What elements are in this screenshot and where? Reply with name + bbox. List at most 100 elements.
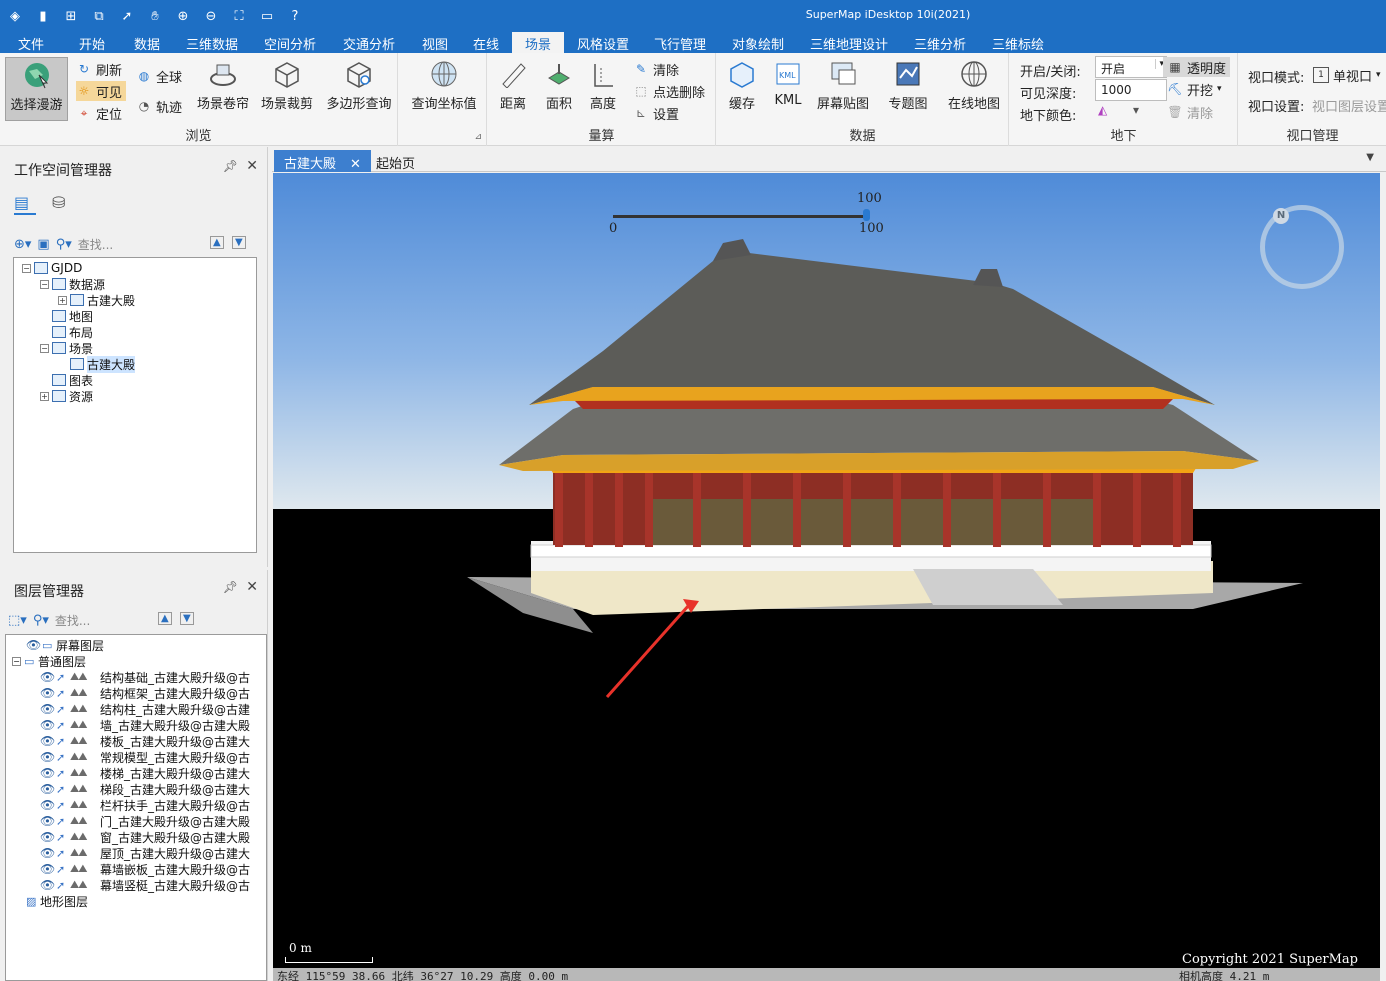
height-button[interactable]: 高度 (572, 57, 634, 121)
tab-9[interactable]: 风格设置 (564, 32, 642, 53)
selectable-icon[interactable]: ➚ (56, 799, 70, 812)
search-down-icon[interactable]: ▼ (180, 612, 194, 625)
layer-row[interactable]: 👁︎ ➚ ⛰⛰ 楼板_古建大殿升级@古建大 (40, 733, 250, 749)
tab-10[interactable]: 飞行管理 (642, 32, 718, 53)
eye-icon[interactable]: 👁︎ (40, 734, 56, 748)
tree-node[interactable]: − 数据源 (40, 276, 105, 292)
tab-12[interactable]: 三维地理设计 (798, 32, 900, 53)
selectable-icon[interactable]: ➚ (56, 671, 70, 684)
pin-icon[interactable]: 📌︎ (223, 159, 238, 173)
tab-start-page[interactable]: 起始页 (366, 150, 425, 172)
thematic-button[interactable]: 专题图 (877, 57, 939, 121)
excavate-button[interactable]: ⛏ 开挖 ▾ (1167, 79, 1221, 99)
screen-map-button[interactable]: 屏幕贴图 (811, 57, 875, 121)
eye-icon[interactable]: 👁︎ (40, 702, 56, 716)
tab-0[interactable]: 文件 (0, 32, 62, 53)
expand-icon[interactable]: + (58, 295, 67, 305)
close-icon[interactable]: ✕ (350, 157, 361, 172)
close-icon[interactable]: ✕ (246, 158, 258, 174)
measure-settings-button[interactable]: ⊾ 设置 (633, 103, 679, 123)
measure-clear-button[interactable]: ✎ 清除 (633, 59, 679, 79)
eye-icon[interactable]: 👁︎ (40, 782, 56, 796)
eye-icon[interactable]: 👁︎ (40, 750, 56, 764)
eye-icon[interactable]: 👁︎ (40, 846, 56, 860)
layer-row[interactable]: 👁︎ ➚ ⛰⛰ 屋顶_古建大殿升级@古建大 (40, 845, 250, 861)
tab-7[interactable]: 在线 (460, 32, 512, 53)
tab-8[interactable]: 场景 (512, 32, 564, 53)
tab-list-dropdown-icon[interactable]: ▼ (1366, 152, 1374, 163)
selectable-icon[interactable]: ➚ (56, 831, 70, 844)
tab-14[interactable]: 三维标绘 (980, 32, 1056, 53)
tab-11[interactable]: 对象绘制 (718, 32, 798, 53)
globe-button[interactable]: ◍ 全球 (136, 66, 182, 86)
search-up-icon[interactable]: ▲ (158, 612, 172, 625)
eye-icon[interactable]: 👁︎ (40, 814, 56, 828)
tab-4[interactable]: 空间分析 (252, 32, 328, 53)
underground-clear-button[interactable]: 🗑 清除 (1167, 102, 1213, 122)
collapse-icon[interactable]: − (40, 279, 49, 289)
transparency-slider[interactable]: 0 100 100 (609, 191, 893, 236)
layer-row[interactable]: 👁︎ ➚ ⛰⛰ 结构框架_古建大殿升级@古 (40, 685, 250, 701)
search-icon[interactable]: ⚲▾ (56, 237, 72, 252)
layer-row[interactable]: 👁︎ ➚ ⛰⛰ 窗_古建大殿升级@古建大殿 (40, 829, 250, 845)
layer-row[interactable]: 👁︎ ➚ ⛰⛰ 结构柱_古建大殿升级@古建 (40, 701, 250, 717)
selectable-icon[interactable]: ➚ (56, 767, 70, 780)
tree-node[interactable]: 古建大殿 (58, 355, 136, 373)
scene-roll-button[interactable]: 场景卷帘 (192, 57, 254, 121)
kml-button[interactable]: KML KML (757, 57, 819, 121)
layer-search-input[interactable]: 查找... (55, 612, 90, 629)
layer-row[interactable]: 👁︎ ➚ ⛰⛰ 门_古建大殿升级@古建大殿 (40, 813, 250, 829)
tree-node[interactable]: + 资源 (40, 388, 93, 404)
viewport-mode-select[interactable]: 1 单视口 ▾ (1313, 65, 1381, 85)
selectable-icon[interactable]: ➚ (56, 703, 70, 716)
selectable-icon[interactable]: ➚ (56, 879, 70, 892)
tree-node[interactable]: 地图 (40, 308, 93, 324)
selectable-icon[interactable]: ➚ (56, 815, 70, 828)
selectable-icon[interactable]: ➚ (56, 847, 70, 860)
search-icon[interactable]: ⚲▾ (33, 613, 49, 628)
tab-2[interactable]: 数据 (122, 32, 172, 53)
eye-icon[interactable]: 👁︎ (40, 878, 56, 892)
paint-bucket-icon[interactable]: ◭ ▾ (1098, 103, 1139, 117)
selectable-icon[interactable]: ➚ (56, 735, 70, 748)
tree-node[interactable]: + 古建大殿 (58, 292, 135, 308)
expand-icon[interactable]: + (40, 391, 49, 401)
select-roam-button[interactable]: 选择漫游 (5, 57, 68, 121)
layer-row[interactable]: 👁︎ ➚ ⛰⛰ 幕墙嵌板_古建大殿升级@古 (40, 861, 250, 877)
layer-row[interactable]: 👁︎ ➚ ⛰⛰ 梯段_古建大殿升级@古建大 (40, 781, 250, 797)
online-map-button[interactable]: 在线地图 (943, 57, 1005, 121)
screen-layer-node[interactable]: 👁︎ ▭ 屏幕图层 (26, 637, 104, 653)
tree-node[interactable]: − 场景 (40, 340, 93, 356)
tab-gujian-dadian[interactable]: 古建大殿 ✕ (274, 150, 371, 172)
scene-clip-button[interactable]: 场景裁剪 (256, 57, 318, 121)
selectable-icon[interactable]: ➚ (56, 751, 70, 764)
eye-icon[interactable]: 👁︎ (40, 830, 56, 844)
layer-row[interactable]: 👁︎ ➚ ⛰⛰ 楼梯_古建大殿升级@古建大 (40, 765, 250, 781)
tree-node[interactable]: − GJDD (22, 260, 82, 276)
tab-6[interactable]: 视图 (410, 32, 460, 53)
selectable-icon[interactable]: ➚ (56, 719, 70, 732)
viewport-layer-settings[interactable]: 视口图层设置 (1312, 96, 1386, 115)
transparency-button[interactable]: ▦ 透明度 (1163, 57, 1231, 77)
eye-icon[interactable]: 👁︎ (40, 766, 56, 780)
eye-icon[interactable]: 👁︎ (40, 798, 56, 812)
workspace-tree-icon[interactable]: ▤ (14, 193, 36, 215)
eye-icon[interactable]: 👁︎ (40, 718, 56, 732)
visible-button[interactable]: ☼ 可见 (76, 81, 127, 101)
layer-row[interactable]: 👁︎ ➚ ⛰⛰ 常规模型_古建大殿升级@古 (40, 749, 250, 765)
collapse-icon[interactable]: − (12, 656, 21, 666)
tab-3[interactable]: 三维数据 (172, 32, 252, 53)
search-down-icon[interactable]: ▼ (232, 236, 246, 249)
selectable-icon[interactable]: ➚ (56, 783, 70, 796)
slider-thumb[interactable] (863, 209, 870, 221)
on-off-select[interactable]: 开启 ▾ (1095, 56, 1167, 78)
search-up-icon[interactable]: ▲ (210, 236, 224, 249)
eye-icon[interactable]: 👁︎ (26, 638, 42, 652)
layer-row[interactable]: 👁︎ ➚ ⛰⛰ 墙_古建大殿升级@古建大殿 (40, 717, 250, 733)
group-expand-icon[interactable]: ⊿ (474, 132, 482, 142)
open-workspace-icon[interactable]: ⊕▾ (14, 237, 31, 252)
collapse-icon[interactable]: − (40, 343, 49, 353)
point-delete-button[interactable]: ⬚ 点选删除 (633, 81, 705, 101)
track-button[interactable]: ◔ 轨迹 (136, 96, 182, 116)
terrain-layer-node[interactable]: ▨ 地形图层 (26, 893, 88, 909)
